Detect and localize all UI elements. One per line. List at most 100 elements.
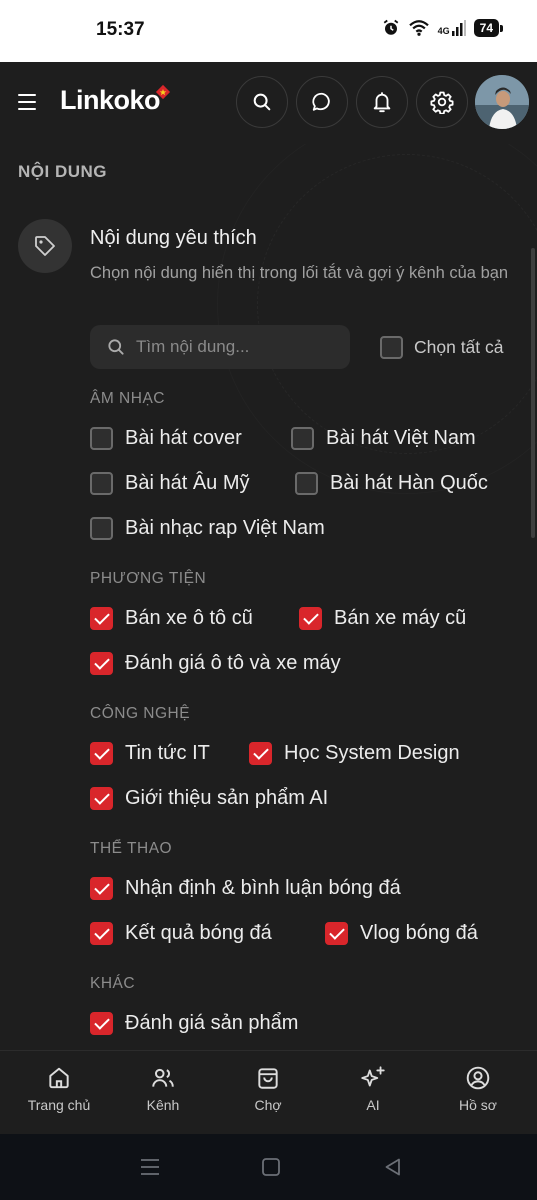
checkbox[interactable] [90, 607, 113, 630]
checkbox[interactable] [90, 652, 113, 675]
notifications-button[interactable] [356, 76, 408, 128]
option-label: Kết quả bóng đá [125, 922, 272, 944]
nav-home[interactable]: Trang chủ [14, 1065, 104, 1113]
checkbox[interactable] [249, 742, 272, 765]
back-icon[interactable] [384, 1158, 402, 1176]
option-football-analysis[interactable]: Nhận định & bình luận bóng đá [90, 877, 401, 900]
search-icon [253, 93, 271, 111]
option-used-motorbikes[interactable]: Bán xe máy cũ [299, 607, 466, 630]
nav-label: AI [366, 1097, 380, 1113]
chat-icon [312, 92, 330, 111]
search-button[interactable] [236, 76, 288, 128]
nav-channels[interactable]: Kênh [118, 1065, 208, 1113]
option-system-design[interactable]: Học System Design [249, 742, 460, 765]
bottom-nav: Trang chủ Kênh Chợ AI Hồ sơ [0, 1050, 537, 1134]
group-label-sports: THỂ THAO [90, 840, 173, 857]
option-label: Giới thiệu sản phẩm AI [125, 787, 329, 809]
system-nav-bar [0, 1134, 537, 1200]
nav-label: Trang chủ [27, 1097, 91, 1113]
group-label-music: ÂM NHẠC [90, 390, 165, 407]
option-label: Nhận định & bình luận bóng đá [125, 877, 401, 899]
checkbox[interactable] [90, 517, 113, 540]
checkbox[interactable] [90, 922, 113, 945]
profile-icon [466, 1066, 490, 1090]
option-label: Bài nhạc rap Việt Nam [125, 517, 325, 539]
option-football-vlog[interactable]: Vlog bóng đá [325, 922, 478, 945]
option-korean-songs[interactable]: Bài hát Hàn Quốc [295, 472, 488, 495]
app-header: Linkoko [0, 62, 537, 144]
menu-icon[interactable] [18, 94, 36, 110]
checkbox[interactable] [90, 427, 113, 450]
option-label: Bán xe máy cũ [334, 607, 467, 629]
app-logo[interactable]: Linkoko [60, 85, 161, 116]
nav-ai[interactable]: AI [328, 1065, 418, 1113]
option-it-news[interactable]: Tin tức IT [90, 742, 210, 765]
option-label: Bài hát Việt Nam [326, 427, 476, 449]
gear-icon [430, 91, 454, 114]
tag-icon [35, 236, 55, 256]
option-label: Bài hát cover [125, 427, 242, 449]
users-icon [152, 1068, 174, 1087]
nav-label: Hồ sơ [459, 1097, 497, 1113]
preferences-title: Nội dung yêu thích [90, 227, 257, 249]
option-label: Bài hát Âu Mỹ [125, 472, 250, 494]
checkbox[interactable] [90, 877, 113, 900]
option-vietnam-rap[interactable]: Bài nhạc rap Việt Nam [90, 517, 325, 540]
option-vietnam-songs[interactable]: Bài hát Việt Nam [291, 427, 476, 450]
wifi-icon [408, 19, 430, 37]
option-product-reviews[interactable]: Đánh giá sản phẩm [90, 1012, 298, 1035]
status-bar: 15:37 4G 74 [0, 0, 537, 62]
checkbox[interactable] [291, 427, 314, 450]
option-label: Học System Design [284, 742, 460, 764]
nav-market[interactable]: Chợ [223, 1065, 313, 1113]
checkbox[interactable] [90, 787, 113, 810]
shopping-bag-icon [258, 1068, 278, 1089]
signal-icon: 4G [438, 20, 466, 36]
nav-profile[interactable]: Hồ sơ [433, 1065, 523, 1113]
checkbox[interactable] [325, 922, 348, 945]
option-label: Tin tức IT [125, 742, 210, 764]
checkbox[interactable] [90, 742, 113, 765]
checkbox[interactable] [90, 1012, 113, 1035]
home-button-icon[interactable] [262, 1158, 280, 1176]
nav-label: Kênh [146, 1097, 180, 1113]
option-label: Bài hát Hàn Quốc [330, 472, 488, 494]
recent-apps-icon[interactable] [141, 1158, 159, 1176]
content-area: NỘI DUNG Nội dung yêu thích Chọn nội dun… [0, 144, 537, 1050]
network-type: 4G [437, 26, 450, 36]
status-time: 15:37 [96, 19, 145, 40]
search-icon [108, 339, 124, 355]
option-label: Đánh giá ô tô và xe máy [125, 652, 341, 674]
checkbox[interactable] [380, 336, 403, 359]
checkbox[interactable] [299, 607, 322, 630]
search-input[interactable] [136, 337, 336, 357]
option-ai-products[interactable]: Giới thiệu sản phẩm AI [90, 787, 328, 810]
option-cover-songs[interactable]: Bài hát cover [90, 427, 242, 450]
alarm-icon [382, 19, 400, 37]
checkbox[interactable] [295, 472, 318, 495]
select-all-checkbox[interactable]: Chọn tất cả [380, 336, 504, 359]
status-icons: 4G 74 [382, 19, 504, 37]
background-decoration-inner [257, 154, 537, 454]
nav-label: Chợ [254, 1097, 282, 1113]
option-label: Bán xe ô tô cũ [125, 607, 253, 629]
select-all-label: Chọn tất cả [414, 337, 504, 357]
option-label: Vlog bóng đá [360, 922, 478, 944]
chat-button[interactable] [296, 76, 348, 128]
checkbox[interactable] [90, 472, 113, 495]
settings-button[interactable] [416, 76, 468, 128]
option-vehicle-reviews[interactable]: Đánh giá ô tô và xe máy [90, 652, 341, 675]
battery-icon: 74 [473, 19, 504, 37]
option-label: Đánh giá sản phẩm [125, 1012, 299, 1034]
avatar[interactable] [475, 75, 529, 129]
sparkles-icon [361, 1066, 385, 1087]
group-label-other: KHÁC [90, 975, 136, 992]
tag-badge [18, 219, 72, 273]
search-field[interactable] [90, 325, 350, 369]
option-used-cars[interactable]: Bán xe ô tô cũ [90, 607, 253, 630]
option-football-results[interactable]: Kết quả bóng đá [90, 922, 272, 945]
option-western-songs[interactable]: Bài hát Âu Mỹ [90, 472, 250, 495]
preferences-description: Chọn nội dung hiển thị trong lối tắt và … [90, 264, 509, 282]
scrollbar[interactable] [531, 248, 535, 538]
group-label-vehicles: PHƯƠNG TIỆN [90, 570, 207, 587]
